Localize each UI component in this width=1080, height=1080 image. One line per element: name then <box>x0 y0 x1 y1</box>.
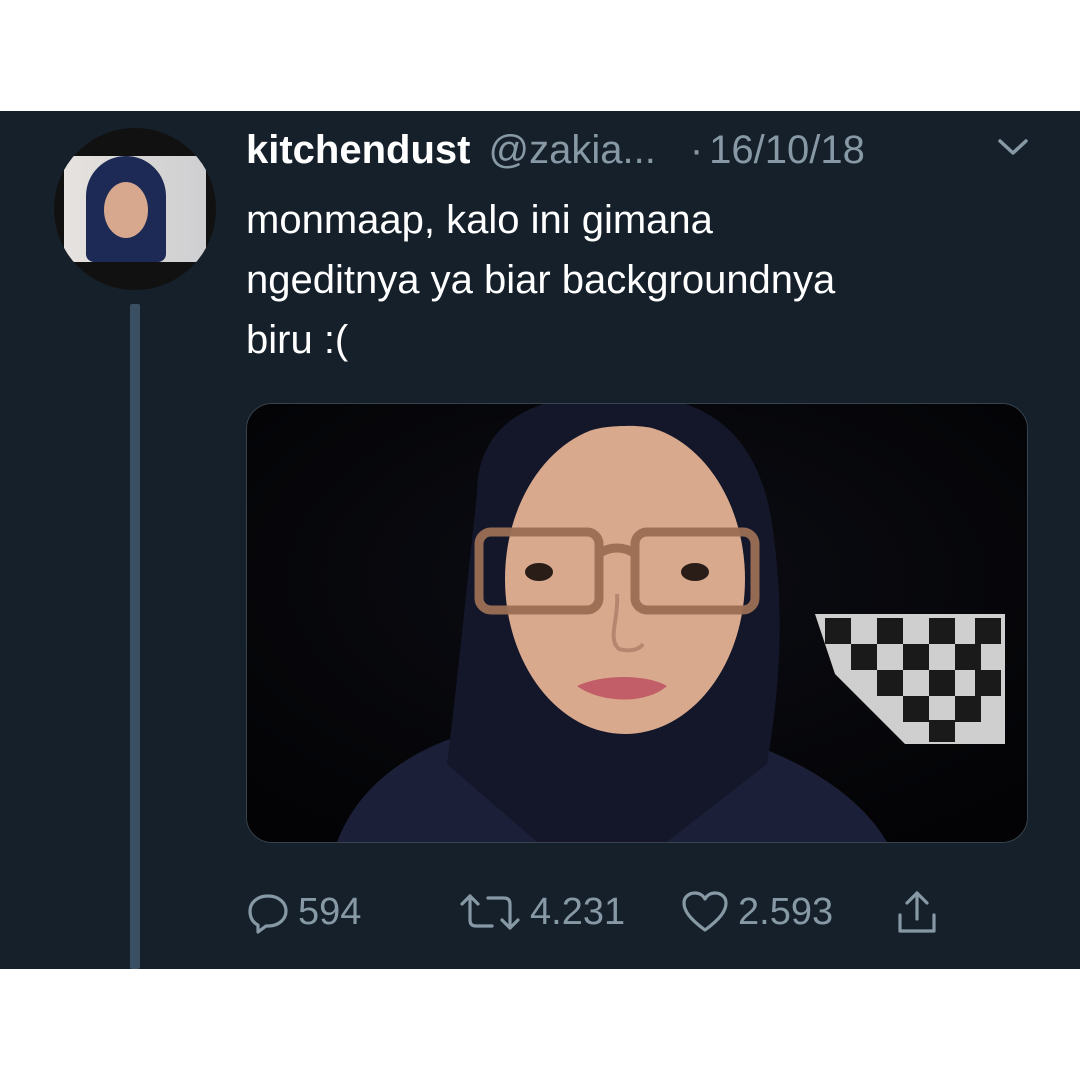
reply-icon <box>248 894 288 934</box>
like-count: 2.593 <box>738 890 834 933</box>
avatar[interactable] <box>54 128 216 290</box>
chevron-down-icon[interactable] <box>996 133 1030 161</box>
user-handle[interactable]: @zakia... <box>488 128 655 173</box>
tweet-text: monmaap, kalo ini gimana ngeditnya ya bi… <box>246 198 836 362</box>
avatar-photo <box>64 156 206 262</box>
tweet-date[interactable]: 16/10/18 <box>709 128 865 173</box>
share-icon <box>898 891 936 933</box>
tweet-actions: 594 4.231 2.593 <box>246 886 1006 938</box>
reply-button[interactable]: 594 <box>246 886 361 938</box>
display-name[interactable]: kitchendust <box>246 128 470 173</box>
heart-icon <box>682 891 728 932</box>
like-button[interactable]: 2.593 <box>680 886 833 938</box>
retweet-count: 4.231 <box>530 890 626 933</box>
retweet-icon <box>460 894 520 930</box>
tweet-media-photo[interactable] <box>246 403 1028 843</box>
tweet-header: kitchendust @zakia... · 16/10/18 <box>246 125 1046 175</box>
separator-dot: · <box>689 127 704 172</box>
share-button[interactable] <box>894 886 940 938</box>
retweet-button[interactable]: 4.231 <box>458 886 625 938</box>
photo-illustration <box>247 404 1027 842</box>
thread-line <box>130 304 140 969</box>
avatar-face <box>104 182 148 238</box>
reply-count: 594 <box>298 890 362 933</box>
